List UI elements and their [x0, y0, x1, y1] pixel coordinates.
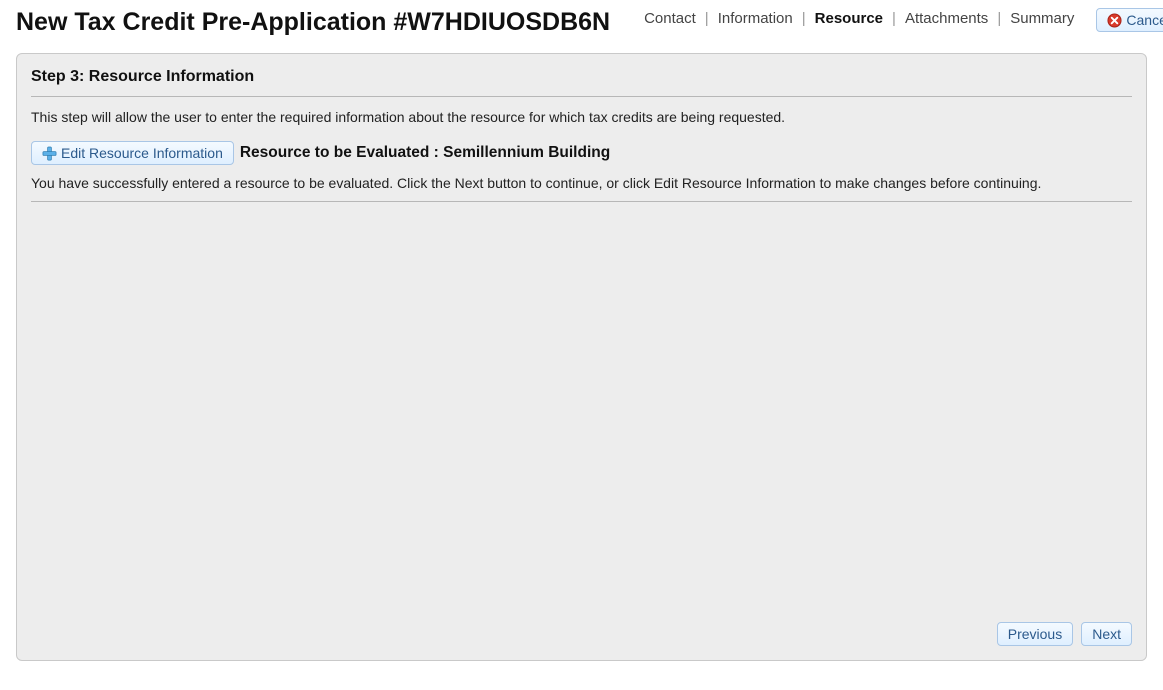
step-title: Step 3: Resource Information	[31, 68, 1132, 86]
page-header: New Tax Credit Pre-Application #W7HDIUOS…	[0, 0, 1163, 41]
step-description: This step will allow the user to enter t…	[31, 109, 1132, 125]
previous-button[interactable]: Previous	[997, 622, 1073, 646]
divider	[31, 201, 1132, 202]
resource-label: Resource to be Evaluated : Semillennium …	[240, 144, 610, 162]
cancel-button-label: Cancel	[1126, 12, 1163, 28]
nav-separator: |	[700, 10, 714, 27]
nav-item-attachments[interactable]: Attachments	[901, 10, 992, 27]
header-actions: Cancel ?	[1096, 8, 1163, 32]
nav-item-resource[interactable]: Resource	[811, 10, 887, 27]
success-message: You have successfully entered a resource…	[31, 175, 1132, 191]
wizard-nav: Contact | Information | Resource | Attac…	[640, 10, 1078, 27]
nav-separator: |	[887, 10, 901, 27]
nav-separator: |	[992, 10, 1006, 27]
nav-item-contact[interactable]: Contact	[640, 10, 700, 27]
divider	[31, 96, 1132, 97]
cancel-button[interactable]: Cancel	[1096, 8, 1163, 32]
edit-resource-button[interactable]: Edit Resource Information	[31, 141, 234, 165]
wizard-panel: Step 3: Resource Information This step w…	[16, 53, 1147, 661]
nav-item-summary[interactable]: Summary	[1006, 10, 1078, 27]
next-button-label: Next	[1092, 626, 1121, 642]
plus-icon	[42, 146, 57, 161]
next-button[interactable]: Next	[1081, 622, 1132, 646]
nav-item-information[interactable]: Information	[714, 10, 797, 27]
page-title: New Tax Credit Pre-Application #W7HDIUOS…	[16, 8, 610, 37]
resource-row: Edit Resource Information Resource to be…	[31, 141, 1132, 165]
nav-separator: |	[797, 10, 811, 27]
panel-footer: Previous Next	[31, 612, 1132, 646]
previous-button-label: Previous	[1008, 626, 1062, 642]
edit-resource-button-label: Edit Resource Information	[61, 145, 223, 161]
cancel-icon	[1107, 13, 1122, 28]
